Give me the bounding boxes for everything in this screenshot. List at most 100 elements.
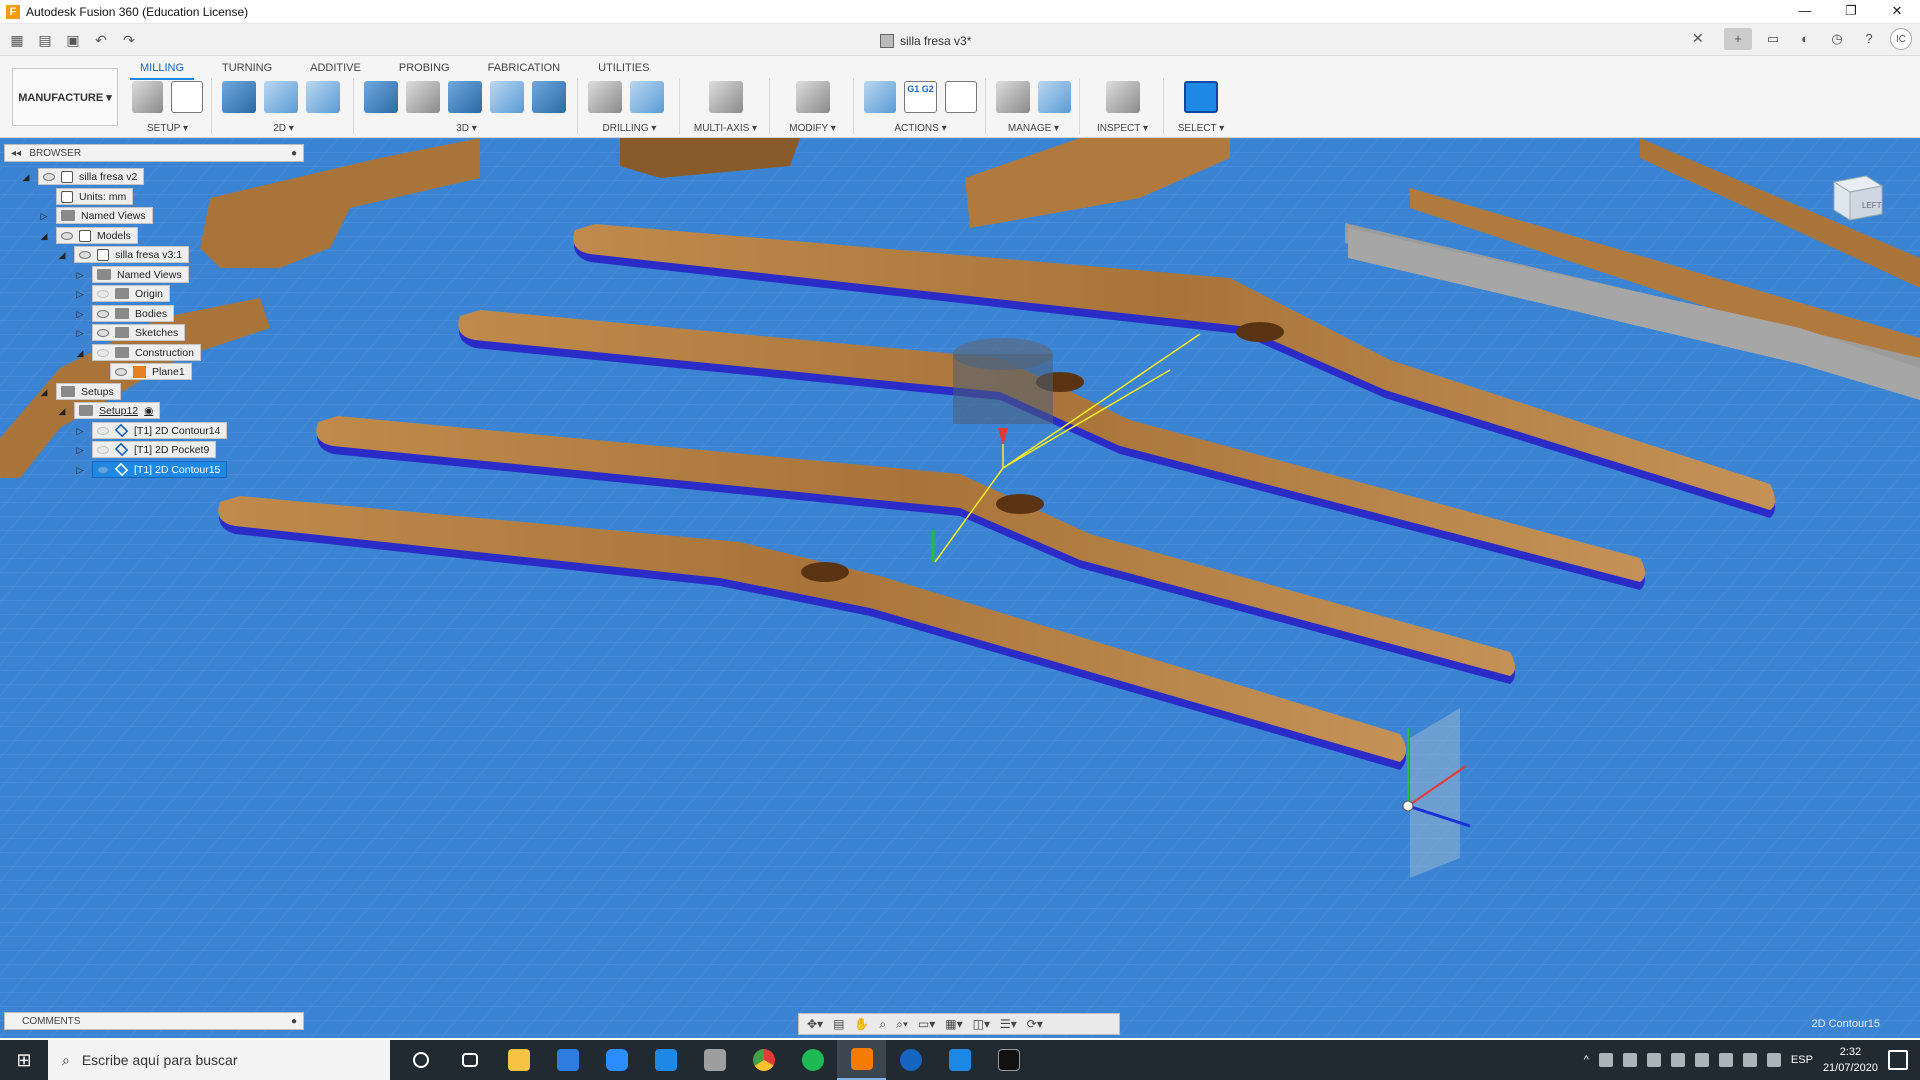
spotify-icon[interactable]	[788, 1040, 837, 1080]
tab-probing[interactable]: PROBING	[389, 58, 460, 80]
tree-node-plane1[interactable]: Plane1	[92, 363, 192, 380]
visibility-eye-icon[interactable]	[97, 445, 109, 454]
visibility-eye-icon[interactable]	[97, 348, 109, 357]
zoom-app-icon[interactable]	[592, 1040, 641, 1080]
comments-header[interactable]: COMMENTS ●	[4, 1012, 304, 1030]
task-view-icon[interactable]	[445, 1040, 494, 1080]
tree-node-named-views[interactable]: ▷ Named Views	[38, 207, 153, 224]
collapse-panel-icon[interactable]: ◂◂	[11, 148, 21, 159]
file-explorer-icon[interactable]	[494, 1040, 543, 1080]
setup-sheet-icon[interactable]	[171, 81, 203, 113]
visibility-eye-icon[interactable]	[61, 231, 73, 240]
workspace-switcher-button[interactable]: MANUFACTURE ▾	[12, 68, 118, 126]
tree-node-units[interactable]: Units: mm	[38, 188, 134, 205]
app-blue-icon[interactable]	[886, 1040, 935, 1080]
document-tab[interactable]: silla fresa v3*	[880, 30, 971, 52]
steep-shallow-icon[interactable]	[448, 81, 482, 113]
tree-node-op-contour15[interactable]: ▷ [T1] 2D Contour15	[74, 461, 228, 478]
scene-canvas[interactable]	[0, 138, 1920, 1038]
tree-node-named-views-2[interactable]: ▷ Named Views	[74, 266, 189, 283]
select-group-label[interactable]: SELECT ▾	[1166, 123, 1236, 134]
collapse-triangle-icon[interactable]: ◢	[56, 405, 68, 417]
browser-header[interactable]: ◂◂ BROWSER ●	[4, 144, 304, 162]
machine-library-icon[interactable]	[1037, 81, 1071, 113]
setup-group-label[interactable]: SETUP ▾	[124, 123, 211, 134]
3d-adaptive-icon[interactable]	[364, 81, 398, 113]
collapse-triangle-icon[interactable]: ◢	[38, 230, 50, 242]
refresh-icon[interactable]: ⟳▾	[1027, 1017, 1043, 1031]
environment-icon[interactable]: ☰▾	[1000, 1017, 1017, 1031]
data-panel-grid-icon[interactable]: ▦	[6, 30, 28, 50]
visibility-eye-icon[interactable]	[97, 309, 109, 318]
fit-icon[interactable]: ⌕▾	[896, 1017, 908, 1032]
tree-node-sketches[interactable]: ▷ Sketches	[74, 324, 186, 341]
network-share-icon[interactable]	[1646, 1053, 1661, 1067]
collapse-triangle-icon[interactable]: ◢	[74, 347, 86, 359]
viewports-icon[interactable]: ◫▾	[973, 1017, 990, 1031]
display-settings-icon[interactable]: ▭▾	[918, 1017, 935, 1031]
expand-triangle-icon[interactable]: ▷	[74, 288, 86, 300]
tree-node-setup12[interactable]: ◢ Setup12 ◉	[56, 402, 161, 419]
visibility-eye-icon[interactable]	[97, 328, 109, 337]
tab-fabrication[interactable]: FABRICATION	[478, 58, 571, 80]
save-icon[interactable]: ▣	[62, 30, 84, 50]
nvidia-icon[interactable]	[1694, 1053, 1709, 1067]
tool-library-icon[interactable]	[996, 81, 1030, 113]
expand-triangle-icon[interactable]: ▷	[74, 308, 86, 320]
visibility-eye-icon[interactable]	[115, 367, 127, 376]
tree-node-models[interactable]: ◢ Models	[38, 227, 138, 244]
3d-pocket-icon[interactable]	[406, 81, 440, 113]
undo-icon[interactable]: ↶	[90, 30, 112, 50]
store-icon[interactable]	[543, 1040, 592, 1080]
tab-milling[interactable]: MILLING	[130, 58, 195, 80]
notifications-icon[interactable]: ▭	[1762, 28, 1784, 50]
visibility-eye-icon[interactable]	[97, 289, 109, 298]
hole-recognition-icon[interactable]	[630, 81, 664, 113]
tab-utilities[interactable]: UTILITIES	[588, 58, 659, 80]
tree-node-op-pocket9[interactable]: ▷ [T1] 2D Pocket9	[74, 441, 217, 458]
fusion360-taskbar-icon[interactable]	[837, 1040, 886, 1080]
post-process-icon[interactable]: G1 G2	[904, 81, 937, 113]
cortana-icon[interactable]	[396, 1040, 445, 1080]
vscode-icon[interactable]	[935, 1040, 984, 1080]
file-menu-icon[interactable]: ▤	[34, 30, 56, 50]
wifi-icon[interactable]	[1766, 1053, 1781, 1067]
multi-axis-group-label[interactable]: MULTI-AXIS ▾	[682, 123, 769, 134]
history-clock-icon[interactable]: ◷	[1826, 28, 1848, 50]
tree-node-root[interactable]: ◢ silla fresa v2	[20, 168, 145, 185]
simulate-icon[interactable]	[864, 81, 897, 113]
bluetooth-icon[interactable]	[1670, 1053, 1685, 1067]
look-at-icon[interactable]: ▤	[833, 1017, 844, 1031]
clock[interactable]: 2:32 21/07/2020	[1823, 1044, 1878, 1076]
job-status-icon[interactable]: ◐	[1794, 28, 1816, 50]
3d-group-label[interactable]: 3D ▾	[356, 123, 577, 134]
inspect-group-label[interactable]: INSPECT ▾	[1082, 123, 1163, 134]
contour-3d-icon[interactable]	[532, 81, 566, 113]
expand-triangle-icon[interactable]: ▷	[74, 444, 86, 456]
collapse-triangle-icon[interactable]: ◢	[56, 249, 68, 261]
pan-hand-icon[interactable]: ✋	[854, 1017, 869, 1031]
tree-node-bodies[interactable]: ▷ Bodies	[74, 305, 175, 322]
measure-icon[interactable]	[1105, 81, 1140, 113]
visibility-eye-icon[interactable]	[79, 250, 91, 259]
2d-group-label[interactable]: 2D ▾	[214, 123, 353, 134]
camera-icon[interactable]	[690, 1040, 739, 1080]
chrome-icon[interactable]	[739, 1040, 788, 1080]
help-icon[interactable]: ?	[1858, 28, 1880, 50]
restore-button[interactable]: ❐	[1828, 0, 1874, 24]
redo-icon[interactable]: ↷	[118, 30, 140, 50]
battery-icon[interactable]	[1718, 1053, 1733, 1067]
drill-icon[interactable]	[588, 81, 622, 113]
tree-node-origin[interactable]: ▷ Origin	[74, 285, 171, 302]
modify-scissors-icon[interactable]	[795, 81, 830, 113]
dropbox-icon[interactable]	[1598, 1053, 1613, 1067]
3d-viewport[interactable]	[0, 138, 1920, 1038]
language-indicator[interactable]: ESP	[1791, 1054, 1813, 1066]
terminal-icon[interactable]	[984, 1040, 1033, 1080]
multi-axis-icon[interactable]	[708, 81, 743, 113]
browser-pin-icon[interactable]: ●	[291, 148, 297, 159]
comments-add-icon[interactable]: ●	[291, 1016, 297, 1027]
scallop-icon[interactable]	[490, 81, 524, 113]
activate-radio-icon[interactable]: ◉	[144, 405, 153, 417]
tree-node-op-contour14[interactable]: ▷ [T1] 2D Contour14	[74, 422, 228, 439]
